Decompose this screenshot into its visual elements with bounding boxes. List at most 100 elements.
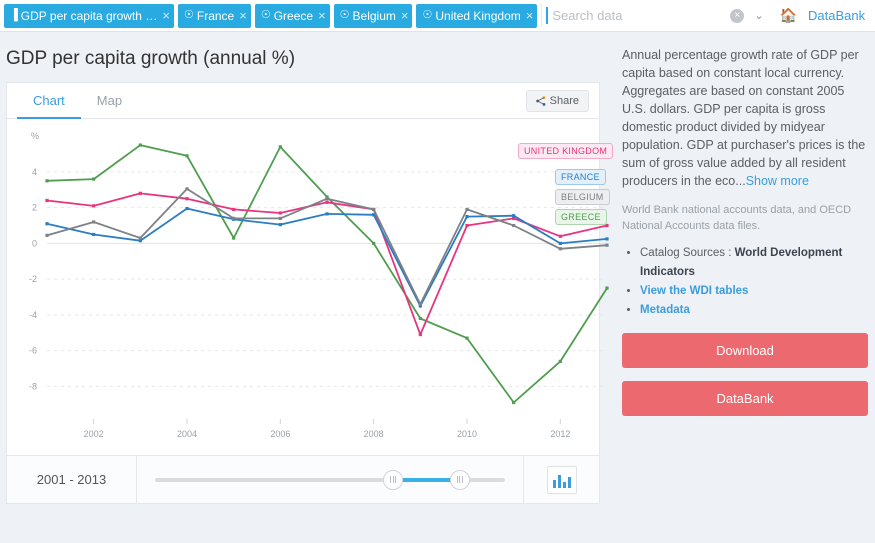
clear-search-icon[interactable]: × [730, 8, 745, 23]
bar-chart-icon[interactable] [546, 465, 577, 494]
series-data-point[interactable] [92, 232, 96, 237]
selection-token[interactable]: ☉ France × [178, 3, 251, 28]
series-label[interactable]: BELGIUM [555, 189, 610, 205]
series-data-point[interactable] [45, 198, 49, 203]
series-label[interactable]: GREECE [555, 209, 607, 225]
year-range-label: 2001 - 2013 [7, 456, 137, 503]
tab-map[interactable]: Map [81, 83, 138, 119]
chart-plot-area: % 4 2 0 -2 -4 -6 -8 2002 2004 2006 2008 2010 2012 GRE… [7, 119, 614, 455]
series-data-point[interactable] [278, 216, 282, 220]
series-data-point[interactable] [465, 223, 469, 228]
series-data-point[interactable] [372, 207, 376, 212]
chevron-down-icon[interactable]: ⌄ [754, 9, 763, 22]
search-input[interactable] [548, 7, 731, 24]
series-data-point[interactable] [512, 400, 516, 405]
series-data-point[interactable] [372, 213, 376, 217]
series-data-point[interactable] [45, 233, 49, 237]
series-data-point[interactable] [185, 206, 189, 211]
token-remove-icon[interactable]: × [162, 9, 170, 22]
nav-link-databank[interactable]: DataBank [808, 8, 865, 23]
series-data-point[interactable] [325, 197, 329, 201]
series-data-point[interactable] [232, 207, 236, 212]
series-data-point[interactable] [558, 234, 562, 238]
description-text: Annual percentage growth rate of GDP per… [622, 48, 866, 188]
series-data-point[interactable] [232, 236, 236, 240]
series-data-point[interactable] [138, 236, 142, 240]
selection-token-list: ▐ GDP per capita growth (a... × ☉ France × ☉ Gr… [0, 0, 541, 31]
series-data-point[interactable] [465, 336, 469, 340]
line-chart: % 4 2 0 -2 -4 -6 -8 2002 2004 2006 2008 2010 2012 [29, 131, 609, 439]
series-data-point[interactable] [418, 302, 422, 306]
series-data-point[interactable] [92, 220, 96, 224]
series-data-point[interactable] [138, 191, 142, 195]
x-axis-tick-label: 2002 [84, 429, 104, 439]
x-axis-tick-label: 2006 [270, 429, 290, 439]
slider-handle-right[interactable] [449, 469, 470, 490]
series-data-point[interactable] [605, 223, 609, 228]
series-data-point[interactable] [512, 214, 516, 218]
sidebar-link-item[interactable]: View the WDI tables [640, 282, 869, 301]
series-data-point[interactable] [418, 316, 422, 321]
link-prefix: Catalog Sources : [640, 247, 735, 259]
series-data-point[interactable] [45, 222, 49, 226]
selection-token[interactable]: ▐ GDP per capita growth (a... × [4, 3, 174, 28]
x-axis-tick-label: 2012 [550, 429, 570, 439]
series-data-point[interactable] [605, 286, 609, 290]
series-data-point[interactable] [278, 223, 282, 227]
slider-track[interactable] [155, 469, 505, 490]
sidebar-link-item[interactable]: Metadata [640, 301, 869, 320]
series-label[interactable]: UNITED KINGDOM [518, 143, 614, 159]
token-remove-icon[interactable]: × [526, 9, 534, 22]
series-data-point[interactable] [232, 216, 236, 220]
series-data-point[interactable] [558, 359, 562, 363]
y-axis-tick-label: -4 [29, 310, 37, 320]
series-data-point[interactable] [138, 143, 142, 147]
token-remove-icon[interactable]: × [401, 9, 409, 22]
series-data-point[interactable] [185, 154, 189, 158]
x-axis-tick-label: 2004 [177, 429, 197, 439]
series-data-point[interactable] [465, 207, 469, 212]
series-data-point[interactable] [605, 237, 609, 241]
map-pin-icon: ☉ [184, 9, 194, 21]
download-button[interactable]: Download [622, 333, 868, 368]
series-line [46, 207, 608, 307]
search-box[interactable]: × ⌄ [541, 4, 775, 27]
token-remove-icon[interactable]: × [239, 9, 247, 22]
selection-token[interactable]: ☉ United Kingdom × [416, 3, 538, 28]
tab-chart[interactable]: Chart [17, 83, 81, 119]
show-more-link[interactable]: Show more [746, 174, 809, 188]
source-note: World Bank national accounts data, and O… [622, 204, 852, 232]
sidebar-link-item: Catalog Sources : World Development Indi… [640, 244, 869, 282]
databank-button[interactable]: DataBank [622, 381, 868, 416]
token-remove-icon[interactable]: × [318, 9, 326, 22]
share-button[interactable]: Share [525, 89, 589, 112]
series-data-point[interactable] [465, 214, 469, 219]
selection-token[interactable]: ☉ Belgium × [333, 3, 413, 28]
series-data-point[interactable] [605, 243, 609, 247]
series-data-point[interactable] [92, 204, 96, 208]
series-data-point[interactable] [278, 211, 282, 215]
series-data-point[interactable] [278, 145, 282, 149]
series-data-point[interactable] [325, 212, 329, 216]
time-slider[interactable] [137, 456, 523, 503]
link-label[interactable]: View the WDI tables [640, 285, 748, 297]
series-label[interactable]: FRANCE [555, 169, 606, 185]
series-data-point[interactable] [92, 177, 96, 181]
y-axis-tick-label: -2 [29, 274, 37, 284]
selection-token[interactable]: ☉ Greece × [254, 3, 330, 28]
token-label: France [196, 8, 235, 23]
series-data-point[interactable] [325, 200, 329, 204]
series-data-point[interactable] [512, 223, 516, 228]
series-data-point[interactable] [45, 179, 49, 183]
chart-series [45, 187, 609, 306]
series-data-point[interactable] [185, 197, 189, 201]
x-axis-tick-label: 2008 [364, 429, 384, 439]
series-data-point[interactable] [372, 241, 376, 245]
series-data-point[interactable] [558, 241, 562, 245]
home-icon[interactable]: 🏠 [780, 7, 797, 24]
series-data-point[interactable] [558, 247, 562, 251]
slider-handle-left[interactable] [383, 469, 403, 490]
series-data-point[interactable] [418, 332, 422, 337]
series-data-point[interactable] [185, 187, 189, 191]
link-label[interactable]: Metadata [640, 304, 690, 316]
